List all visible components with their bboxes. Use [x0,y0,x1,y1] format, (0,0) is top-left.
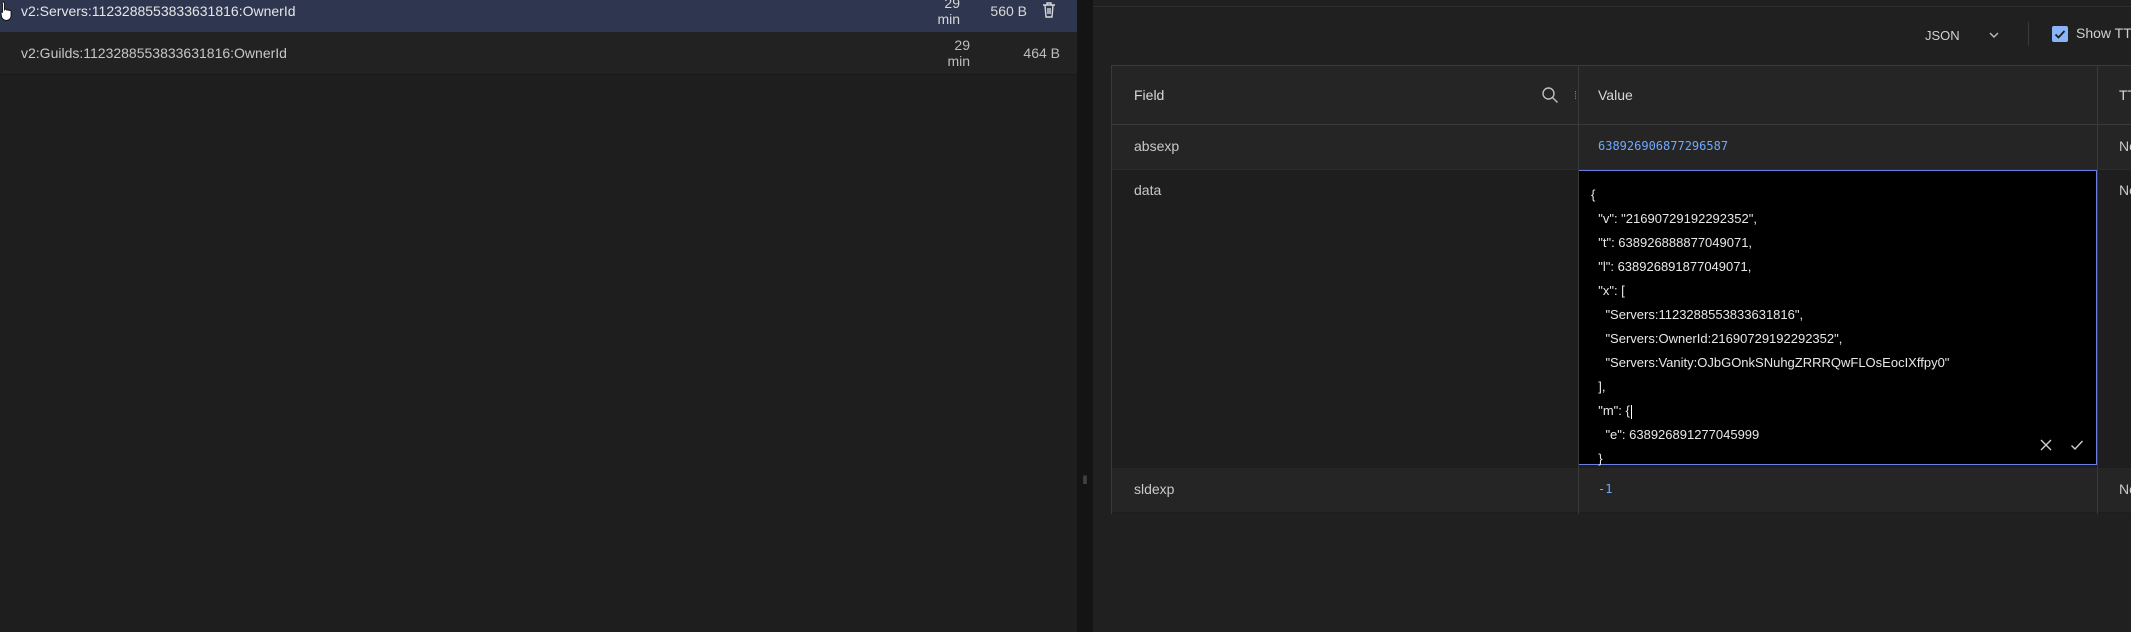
hand-cursor-icon [0,1,12,21]
chevron-down-icon [1989,32,1999,38]
key-name: v2:Guilds:1123288553833631816:OwnerId [21,45,287,61]
value-editor[interactable]: { "v": "21690729192292352", "t": 6389268… [1578,170,2097,466]
text-caret [1630,404,1632,419]
panel-divider[interactable] [1077,0,1093,632]
show-ttl-checkbox[interactable] [2052,26,2068,42]
apply-edit-icon[interactable] [2069,437,2085,453]
field-name: data [1134,182,1162,198]
field-ttl: No [2119,481,2131,497]
table-row[interactable]: data { "v": "21690729192292352", "t": 63… [1112,170,2131,467]
cancel-edit-icon[interactable] [2038,437,2054,453]
panel-top-border [1093,6,2131,7]
format-value: JSON [1925,27,1960,43]
table-row[interactable]: sldexp -1 No [1112,468,2131,512]
header-value: Value [1598,87,1633,103]
header-field: Field [1134,87,1165,103]
key-row-selected[interactable]: v2:Servers:1123288553833631816:OwnerId 2… [0,0,1077,32]
key-name: v2:Servers:1123288553833631816:OwnerId [21,3,296,19]
field-name: absexp [1134,138,1180,154]
header-ttl: TT [2119,87,2131,103]
check-icon [2054,30,2066,39]
column-divider [1578,66,1579,514]
key-size: 560 B [990,3,1027,19]
column-divider [2097,66,2098,514]
key-row[interactable]: v2:Guilds:1123288553833631816:OwnerId 29… [0,32,1077,75]
table-row[interactable]: absexp 638926906877296587 No [1112,125,2131,170]
value-editor-text[interactable]: { "v": "21690729192292352", "t": 6389268… [1591,183,1949,471]
key-list-panel: v2:Servers:1123288553833631816:OwnerId 2… [0,0,1077,632]
field-ttl: No [2119,182,2131,198]
key-size: 464 B [1023,45,1060,61]
show-ttl-label: Show TTL [2076,25,2131,41]
toolbar-separator [2028,22,2029,46]
field-ttl: No [2119,138,2131,154]
field-value[interactable]: -1 [1598,482,1612,496]
hash-fields-table: Field ⁞ Value TT absexp 6389269068772965… [1111,65,2131,514]
delete-icon[interactable] [1040,0,1058,20]
table-header: Field ⁞ Value TT [1112,66,2131,125]
search-icon[interactable] [1541,86,1559,104]
column-resize-icon[interactable]: ⁞ [1574,90,1584,102]
key-ttl: 29 min [947,37,970,69]
format-select[interactable]: JSON [1910,20,2010,50]
key-ttl: 29 min [937,0,960,27]
field-name: sldexp [1134,481,1175,497]
field-value[interactable]: 638926906877296587 [1598,139,1728,153]
resize-handle-icon[interactable]: ‖ [1081,472,1089,488]
